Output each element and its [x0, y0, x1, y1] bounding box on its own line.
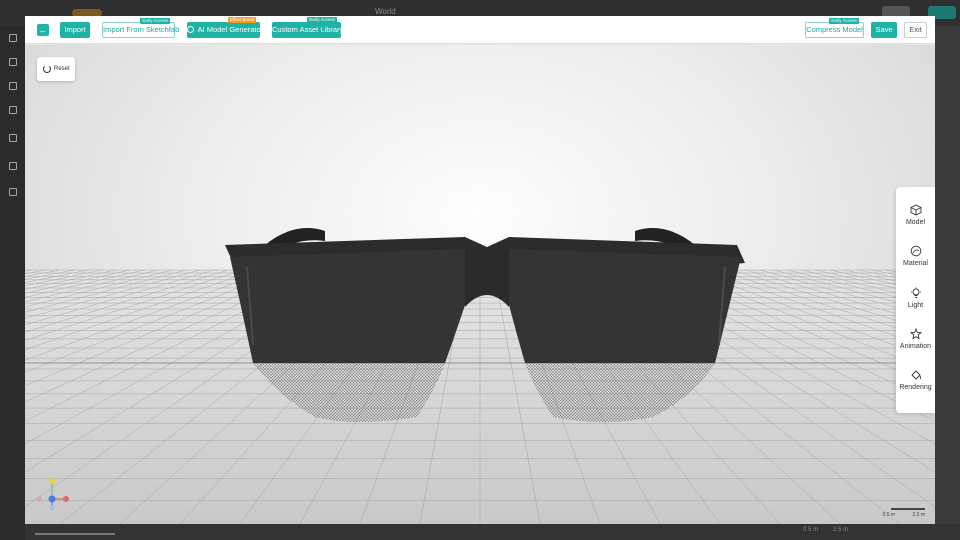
background-scale-label: 0.5 m	[803, 527, 819, 533]
scale-label-small: 0.5 m	[882, 512, 896, 518]
animation-icon	[909, 328, 922, 340]
background-scale-label: 2.5 m	[833, 527, 849, 533]
axis-gizmo-icon	[36, 478, 69, 511]
side-tab-model[interactable]: Model	[896, 204, 935, 226]
ai-model-generator-button[interactable]: AI Model Generator Effect Boost	[187, 17, 264, 38]
model-editor-modal: ← Import Import From Sketchfab Early Acc…	[25, 16, 935, 524]
lightbulb-icon	[910, 287, 921, 298]
background-scrollbar	[35, 533, 115, 535]
import-from-sketchfab-label: Import From Sketchfab	[103, 25, 180, 34]
scale-indicator: 0.5 m 2.5 m	[867, 508, 925, 518]
reset-icon	[43, 65, 51, 73]
background-sidebar-item	[3, 188, 22, 198]
reset-view-button[interactable]: Reset	[37, 57, 75, 81]
left-lens-upper	[230, 249, 465, 363]
background-title: World	[375, 7, 396, 16]
reset-label: Reset	[54, 66, 70, 72]
exit-button[interactable]: Exit	[904, 22, 927, 38]
background-sidebar-item	[3, 134, 22, 144]
early-access-tag: Early Access	[140, 18, 170, 24]
sparkle-icon	[187, 26, 194, 33]
side-tab-light-label: Light	[907, 302, 924, 309]
side-tab-material-label: Material	[903, 260, 928, 267]
sunglasses-model	[225, 228, 745, 422]
effect-boost-tag: Effect Boost	[227, 17, 256, 23]
early-access-tag: Early Access	[307, 17, 337, 23]
3d-viewport[interactable]: Reset Model Material Light Animation Ren…	[25, 45, 935, 524]
side-tab-animation-label: Animation	[899, 343, 932, 350]
background-sidebar-item	[3, 106, 22, 116]
editor-toolbar: ← Import Import From Sketchfab Early Acc…	[25, 16, 935, 44]
background-sidebar-item	[3, 58, 22, 68]
paint-bucket-icon	[910, 370, 921, 380]
side-tab-rendering-label: Rendering	[899, 384, 932, 391]
custom-asset-library-label: Custom Asset Library	[272, 25, 344, 34]
background-sidebar-item	[3, 34, 22, 44]
side-tab-animation[interactable]: Animation	[896, 328, 935, 350]
early-access-tag: Early Access	[829, 18, 859, 24]
side-tab-model-label: Model	[905, 219, 926, 226]
import-from-sketchfab-button[interactable]: Import From Sketchfab Early Access	[102, 18, 179, 38]
ai-model-generator-label: AI Model Generator	[197, 25, 264, 34]
right-lens-upper	[509, 249, 741, 363]
scale-label-large: 2.5 m	[912, 512, 925, 518]
save-button[interactable]: Save	[871, 22, 897, 38]
background-sidebar	[0, 26, 25, 540]
import-button[interactable]: Import	[60, 22, 90, 38]
scale-bar	[891, 508, 925, 510]
compress-model-label: Compress Model	[806, 25, 863, 34]
arrow-left-icon: ←	[38, 25, 48, 35]
custom-asset-library-button[interactable]: Custom Asset Library Early Access	[272, 17, 344, 38]
background-bottom-bar: 0.5 m 2.5 m	[25, 524, 960, 540]
back-button[interactable]: ←	[37, 24, 49, 36]
cube-icon	[910, 204, 921, 216]
frame-bridge	[465, 249, 509, 307]
left-lens-lower	[253, 363, 445, 422]
right-lens-lower	[525, 363, 715, 422]
compress-model-button[interactable]: Compress Model Early Access	[805, 18, 864, 38]
side-tab-material[interactable]: Material	[896, 245, 935, 267]
background-sidebar-item	[3, 162, 22, 172]
axis-gizmo[interactable]	[33, 477, 69, 516]
side-tab-light[interactable]: Light	[896, 287, 935, 309]
side-tab-rendering[interactable]: Rendering	[896, 369, 935, 391]
background-sidebar-item	[3, 82, 22, 92]
properties-side-panel: Model Material Light Animation Rendering	[896, 187, 935, 413]
material-icon	[910, 245, 921, 257]
